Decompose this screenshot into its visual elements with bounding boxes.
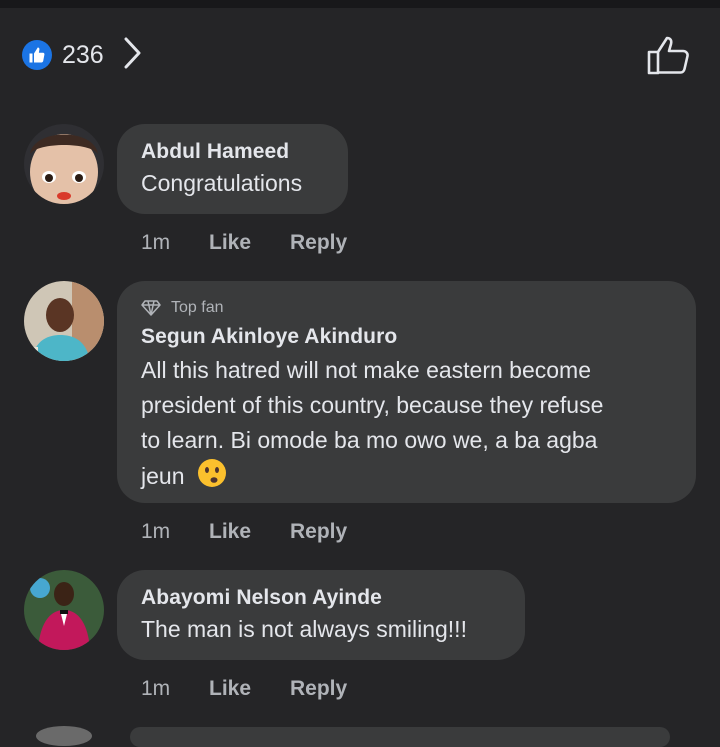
comment-line: jeun <box>141 463 185 490</box>
next-comment-avatar[interactable] <box>36 726 92 746</box>
top-fan-badge: Top fan <box>141 299 672 317</box>
comment-time: 1m <box>141 520 171 543</box>
next-comment-bubble <box>130 727 670 747</box>
comment-time: 1m <box>141 677 171 700</box>
comment-text: All this hatred will not make eastern be… <box>141 353 672 498</box>
comment-text: The man is not always smiling!!! <box>141 616 467 642</box>
reply-link[interactable]: Reply <box>290 677 347 701</box>
top-fan-label: Top fan <box>171 299 224 316</box>
comment-time: 1m <box>141 231 171 254</box>
commenter-name[interactable]: Segun Akinloye Akinduro <box>141 325 672 349</box>
chevron-right-icon[interactable] <box>122 36 142 75</box>
comment-line-last: jeun <box>141 458 672 498</box>
reply-link[interactable]: Reply <box>290 231 347 255</box>
like-badge-icon <box>22 40 52 70</box>
like-link[interactable]: Like <box>209 520 290 544</box>
commenter-name[interactable]: Abdul Hameed <box>141 140 324 164</box>
comment-line: to learn. Bi omode ba mo owo we, a ba ag… <box>141 427 598 453</box>
comment-text: Congratulations <box>141 170 303 196</box>
comment-bubble: Abdul Hameed Congratulations <box>117 124 348 214</box>
comment-bubble: Abayomi Nelson Ayinde The man is not alw… <box>117 570 525 660</box>
comment-actions: 1m Like Reply <box>141 231 347 255</box>
status-bar-strip <box>0 0 720 8</box>
comment-line: president of this country, because they … <box>141 392 604 418</box>
diamond-icon <box>141 300 161 316</box>
like-link[interactable]: Like <box>209 231 290 255</box>
reaction-count: 236 <box>62 40 104 69</box>
comment-actions: 1m Like Reply <box>141 520 347 544</box>
hushed-face-emoji-icon <box>197 458 227 498</box>
like-link[interactable]: Like <box>209 677 290 701</box>
comment-bubble: Top fan Segun Akinloye Akinduro All this… <box>117 281 696 503</box>
comment-actions: 1m Like Reply <box>141 677 347 701</box>
commenter-name[interactable]: Abayomi Nelson Ayinde <box>141 586 501 610</box>
avatar[interactable] <box>24 124 104 204</box>
like-post-icon[interactable] <box>645 34 691 81</box>
avatar[interactable] <box>24 281 104 361</box>
reply-link[interactable]: Reply <box>290 520 347 544</box>
comment-line: All this hatred will not make eastern be… <box>141 357 591 383</box>
reaction-summary[interactable]: 236 <box>22 36 142 75</box>
avatar[interactable] <box>24 570 104 650</box>
